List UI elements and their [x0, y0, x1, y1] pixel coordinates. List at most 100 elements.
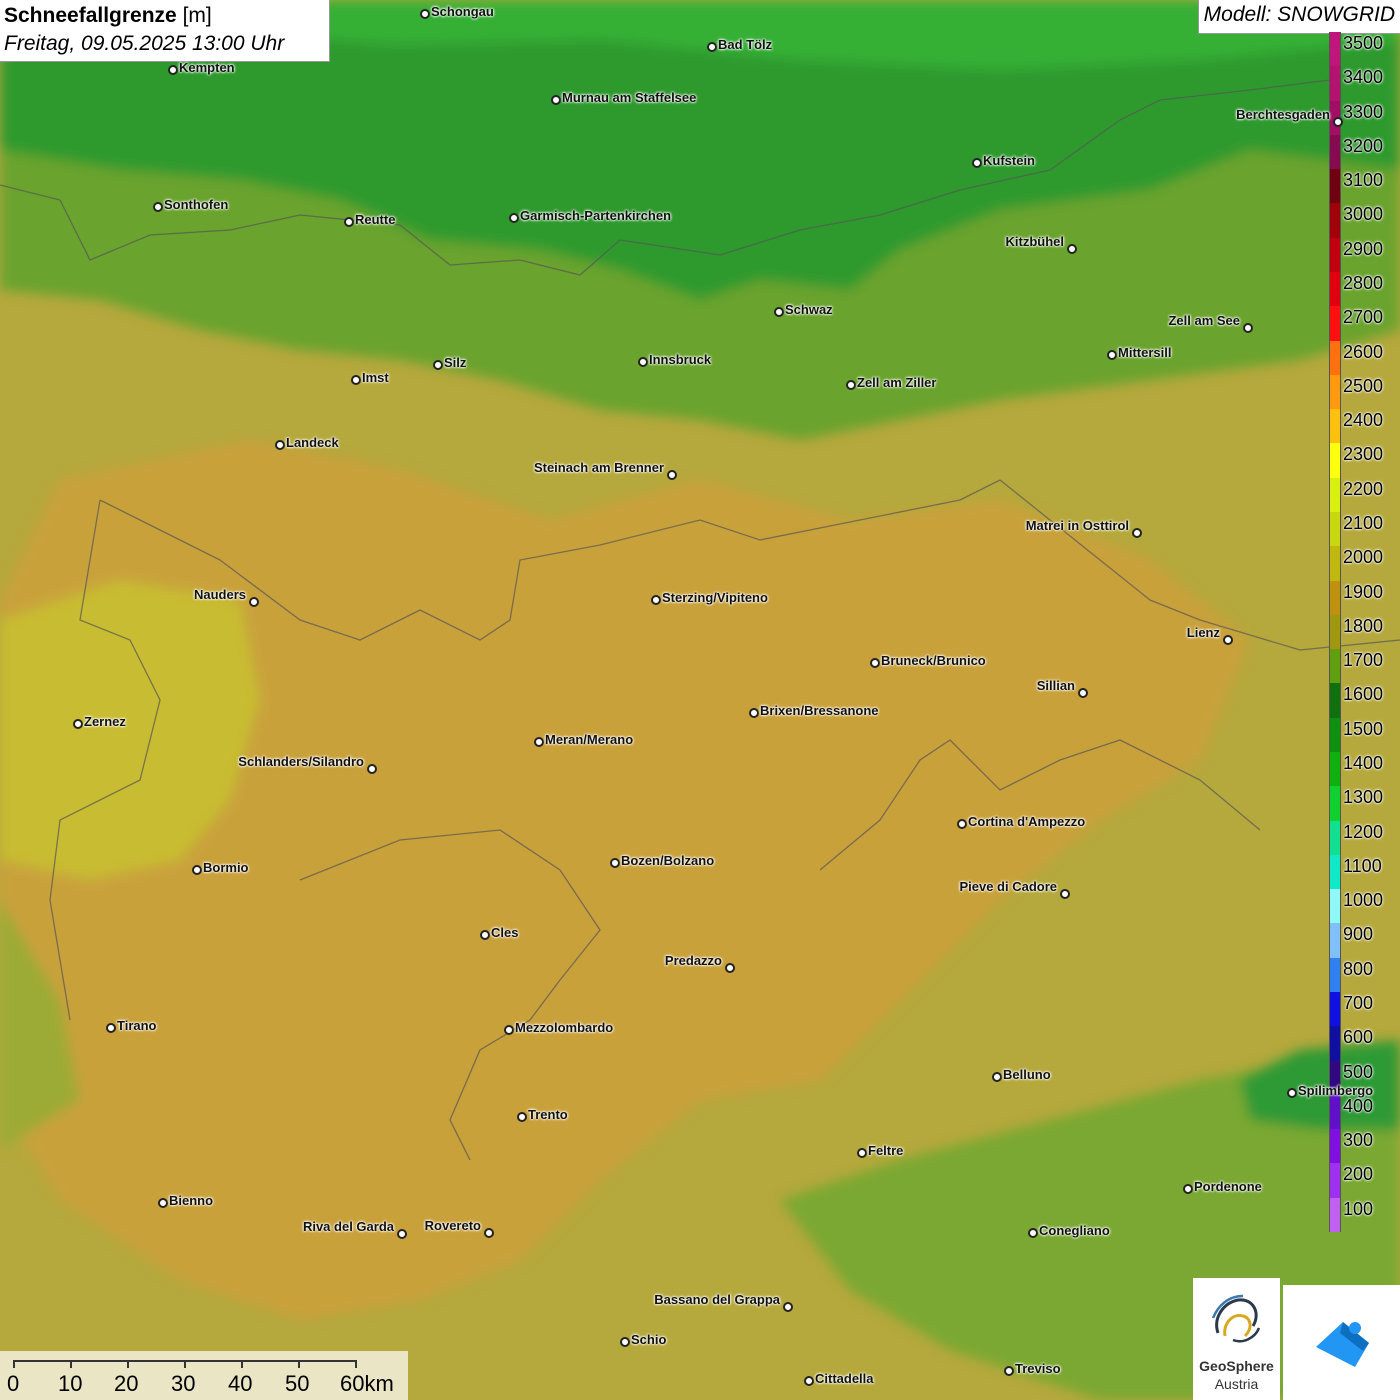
scale-label: 60km	[340, 1371, 394, 1396]
city-dot-icon	[972, 158, 982, 168]
legend-swatch	[1329, 512, 1341, 547]
city-dot-icon	[870, 658, 880, 668]
city-dot-icon	[992, 1072, 1002, 1082]
city-dot-icon	[804, 1376, 814, 1386]
legend-swatch	[1329, 1163, 1341, 1198]
legend-item: 900	[1329, 923, 1400, 958]
legend-label: 2600	[1343, 341, 1384, 362]
city-label: Lienz	[1186, 625, 1220, 640]
legend-swatch	[1329, 957, 1341, 992]
legend-label: 1000	[1343, 890, 1384, 911]
legend-label: 2200	[1343, 478, 1384, 499]
legend-label: 1800	[1343, 615, 1384, 636]
city-label: Pordenone	[1194, 1179, 1262, 1194]
legend-label: 1400	[1343, 753, 1384, 773]
city-label: Silz	[444, 355, 467, 370]
title-bold: Schneefallgrenze	[4, 4, 177, 27]
scale-tick	[241, 1360, 243, 1368]
legend-item: 100	[1329, 1197, 1400, 1232]
city-dot-icon	[1243, 323, 1253, 333]
city-dot-icon	[1183, 1184, 1193, 1194]
city-label: Cittadella	[815, 1371, 874, 1386]
city-dot-icon	[168, 65, 178, 75]
city-dot-icon	[749, 708, 759, 718]
legend-swatch	[1329, 409, 1341, 444]
city-dot-icon	[620, 1337, 630, 1347]
scale-label: 10	[58, 1371, 83, 1396]
legend-item: 800	[1329, 957, 1400, 992]
city-label: Brixen/Bressanone	[760, 703, 879, 718]
legend-swatch	[1329, 443, 1341, 478]
city-dot-icon	[192, 865, 202, 875]
app-logo[interactable]	[1283, 1285, 1400, 1400]
legend-label: 1900	[1343, 581, 1384, 602]
city-dot-icon	[397, 1229, 407, 1239]
geosphere-logo[interactable]: GeoSphere Austria	[1193, 1278, 1280, 1400]
city-dot-icon	[433, 360, 443, 370]
city-label: Mezzolombardo	[515, 1020, 614, 1035]
geosphere-name: GeoSphere	[1199, 1358, 1274, 1374]
legend-label: 2500	[1343, 375, 1384, 396]
city-label: Zell am See	[1168, 313, 1240, 328]
city-label: Bozen/Bolzano	[621, 853, 715, 868]
legend-swatch	[1329, 340, 1341, 375]
city-dot-icon	[846, 380, 856, 390]
legend-label: 500	[1343, 1061, 1374, 1082]
legend-swatch	[1329, 1197, 1341, 1232]
geosphere-swirl-icon	[1211, 1294, 1261, 1343]
city-label: Meran/Merano	[545, 732, 634, 747]
scale-label: 30	[171, 1371, 196, 1396]
legend-label: 2800	[1343, 273, 1384, 293]
legend-item: 2500	[1329, 374, 1400, 410]
legend-label: 2400	[1343, 410, 1384, 431]
snow-line-map[interactable]: Schneefallgrenze [m] Freitag, 09.05.2025…	[0, 0, 1400, 1400]
legend-item: 2200	[1329, 477, 1400, 512]
legend-swatch	[1329, 546, 1341, 581]
city-dot-icon	[517, 1112, 527, 1122]
legend-label: 2000	[1343, 547, 1384, 568]
city-label: Kitzbühel	[1005, 234, 1065, 249]
scale-label: 20	[114, 1371, 139, 1396]
legend-swatch	[1329, 477, 1341, 512]
legend-item: 2700	[1329, 306, 1400, 341]
legend-label: 1500	[1343, 718, 1384, 739]
city-dot-icon	[1223, 635, 1233, 645]
legend-label: 2100	[1343, 513, 1384, 533]
forecast-datetime: Freitag, 09.05.2025 13:00 Uhr	[4, 32, 285, 55]
city-dot-icon	[1060, 889, 1070, 899]
city-label: Imst	[362, 370, 389, 385]
legend-swatch	[1329, 203, 1341, 238]
city-label: Cles	[491, 925, 519, 940]
legend-swatch	[1329, 374, 1341, 410]
legend-label: 2700	[1343, 307, 1384, 328]
city-label: Spilimbergo	[1298, 1083, 1374, 1098]
city-label: Nauders	[193, 587, 246, 602]
city-dot-icon	[1078, 688, 1088, 698]
legend-label: 2900	[1343, 238, 1384, 259]
city-label: Feltre	[868, 1143, 904, 1158]
city-dot-icon	[638, 357, 648, 367]
legend-swatch	[1329, 580, 1341, 615]
legend-swatch	[1329, 272, 1341, 307]
city-dot-icon	[610, 858, 620, 868]
scale-tick	[127, 1360, 129, 1368]
city-dot-icon	[783, 1302, 793, 1312]
city-label: Bassano del Grappa	[654, 1292, 780, 1307]
scale-tick	[13, 1360, 15, 1368]
legend-item: 1300	[1329, 786, 1400, 821]
geosphere-sub: Austria	[1214, 1376, 1259, 1392]
city-dot-icon	[484, 1228, 494, 1238]
scale-label: 0	[7, 1371, 20, 1396]
city-dot-icon	[857, 1148, 867, 1158]
city-label: Berchtesgaden	[1236, 107, 1330, 122]
city-label: Zell am Ziller	[857, 375, 937, 390]
legend-label: 1200	[1343, 821, 1384, 842]
city-dot-icon	[725, 963, 735, 973]
legend-item: 2400	[1329, 409, 1400, 444]
legend-swatch	[1329, 649, 1341, 684]
legend-swatch	[1329, 237, 1341, 272]
legend-label: 700	[1343, 993, 1374, 1013]
legend-item: 1200	[1329, 820, 1400, 855]
legend-item: 400	[1329, 1094, 1400, 1130]
legend-item: 3100	[1329, 169, 1400, 204]
